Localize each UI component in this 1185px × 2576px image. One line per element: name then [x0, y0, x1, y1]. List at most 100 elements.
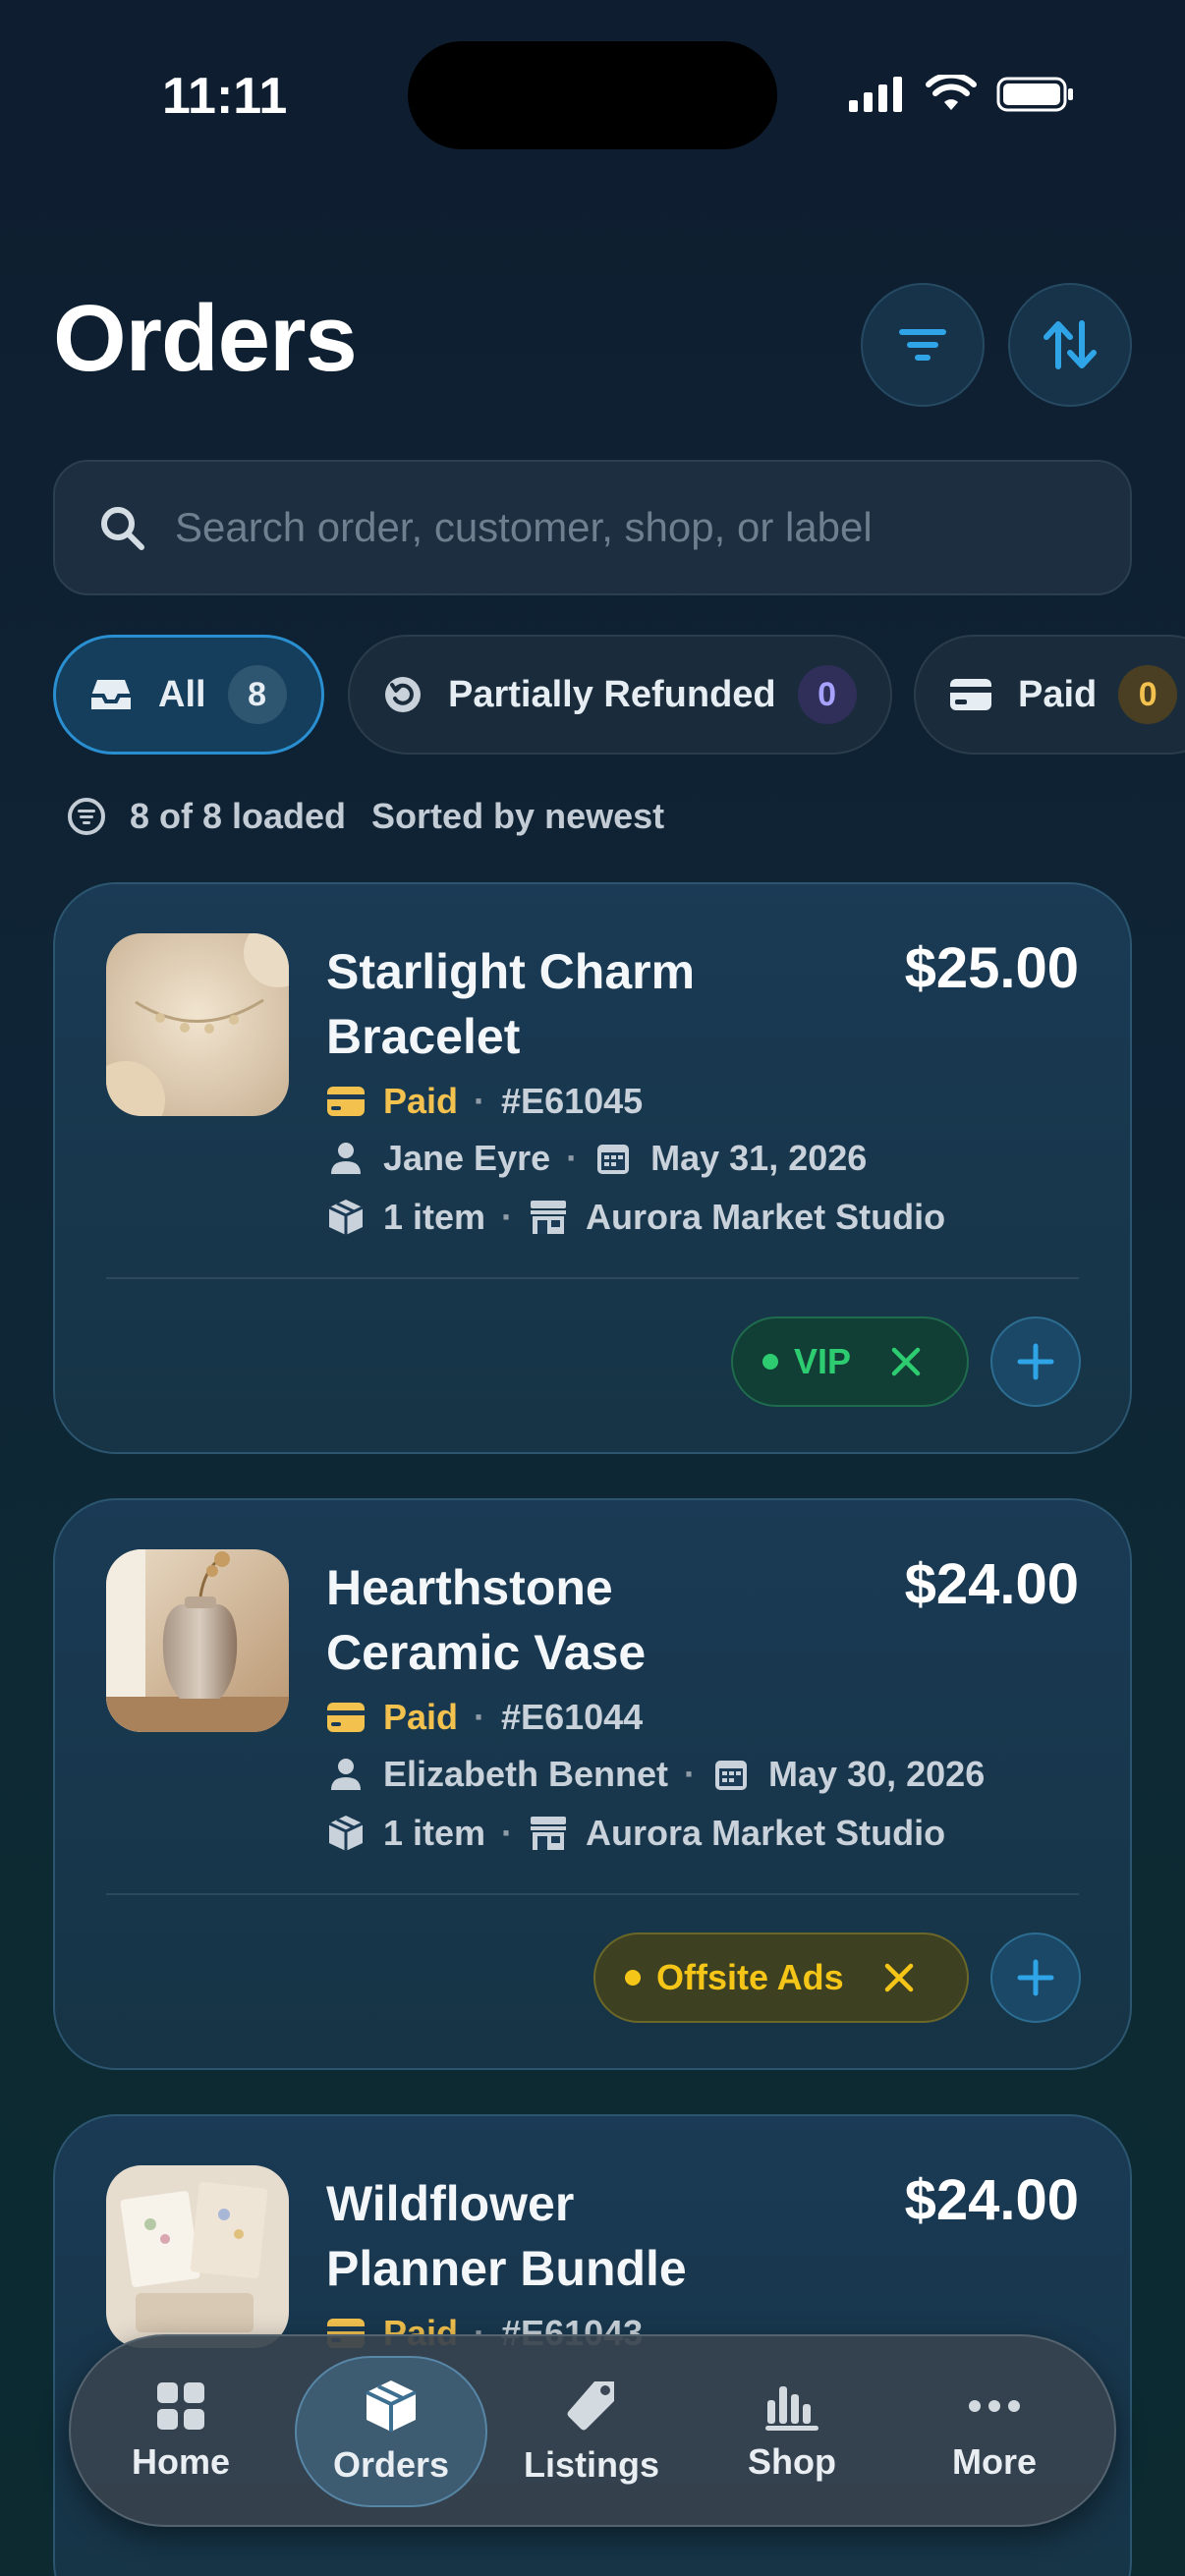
- order-total: $24.00: [904, 1552, 1079, 1616]
- loaded-count: 8 of 8 loaded: [130, 796, 347, 836]
- chip-label: Paid: [1018, 673, 1098, 715]
- order-date: May 31, 2026: [650, 1138, 868, 1178]
- add-tag-button[interactable]: [990, 1932, 1081, 2023]
- order-id: #E61045: [501, 1081, 644, 1121]
- payment-status: Paid: [383, 1081, 459, 1121]
- sort-button[interactable]: [1008, 283, 1132, 407]
- tab-label: Home: [131, 2441, 231, 2482]
- order-date: May 30, 2026: [768, 1754, 986, 1794]
- list-meta: 8 of 8 loaded Sorted by newest: [67, 796, 664, 837]
- chip-label: All: [158, 673, 206, 715]
- customer-name: Jane Eyre: [383, 1138, 551, 1178]
- box-icon: [328, 1816, 364, 1851]
- order-id: #E61044: [501, 1697, 644, 1737]
- refund-icon: [385, 677, 421, 712]
- sort-icon: [1044, 320, 1097, 369]
- list-filter-icon: [68, 798, 105, 835]
- wifi-icon: [926, 75, 977, 110]
- filter-icon: [899, 329, 946, 361]
- product-title: Starlight Charm Bracelet: [326, 944, 696, 1064]
- order-status-line: Paid · #E61044: [326, 1697, 643, 1738]
- page-title: Orders: [53, 286, 358, 391]
- payment-status: Paid: [383, 1697, 459, 1737]
- order-status-line: Paid · #E61045: [326, 1081, 643, 1122]
- order-total: $25.00: [904, 936, 1079, 1000]
- search-icon: [101, 507, 144, 550]
- order-customer-line: Elizabeth Bennet · May 30, 2026: [326, 1754, 985, 1795]
- filter-button[interactable]: [861, 283, 985, 407]
- bar-chart-icon: [765, 2386, 818, 2431]
- product-thumbnail: [106, 2165, 289, 2348]
- order-card[interactable]: Hearthstone Ceramic Vase $24.00 Paid · #…: [53, 1498, 1132, 2070]
- search-input[interactable]: [175, 504, 1059, 551]
- card-icon: [327, 1703, 365, 1732]
- chip-partially-refunded[interactable]: Partially Refunded 0: [348, 635, 892, 755]
- shop-name: Aurora Market Studio: [586, 1813, 946, 1853]
- tag-offsite-ads[interactable]: Offsite Ads: [593, 1932, 969, 2023]
- tab-label: Orders: [332, 2444, 450, 2485]
- tab-listings[interactable]: Listings: [495, 2356, 688, 2507]
- order-total: $24.00: [904, 2168, 1079, 2232]
- card-icon: [950, 679, 991, 710]
- tag-label: Offsite Ads: [656, 1957, 844, 1997]
- tag-dot: [625, 1970, 641, 1986]
- tab-home[interactable]: Home: [85, 2356, 277, 2507]
- signal-icon: [849, 77, 902, 112]
- chip-count: 8: [227, 665, 287, 724]
- tag-vip[interactable]: VIP: [731, 1316, 969, 1407]
- store-icon: [531, 1817, 567, 1850]
- tab-shop[interactable]: Shop: [696, 2356, 888, 2507]
- dynamic-island: [408, 41, 777, 149]
- box-icon: [366, 2380, 417, 2432]
- item-count: 1 item: [383, 1197, 486, 1237]
- calendar-icon: [597, 1145, 630, 1174]
- shop-name: Aurora Market Studio: [586, 1197, 946, 1237]
- chip-all[interactable]: All 8: [53, 635, 324, 755]
- tab-label: More: [951, 2441, 1037, 2482]
- store-icon: [531, 1201, 567, 1234]
- inbox-icon: [91, 680, 131, 709]
- battery-icon: [996, 77, 1073, 112]
- tab-orders[interactable]: Orders: [295, 2356, 487, 2507]
- tab-more[interactable]: More: [898, 2356, 1091, 2507]
- person-icon: [331, 1759, 361, 1790]
- grid-icon: [157, 2382, 204, 2430]
- order-card[interactable]: Starlight Charm Bracelet $25.00 Paid · #…: [53, 882, 1132, 1454]
- plus-icon: [1017, 1959, 1054, 1996]
- status-icons: [847, 75, 1075, 114]
- product-title: Wildflower Planner Bundle: [326, 2176, 687, 2296]
- tag-dot: [762, 1354, 778, 1370]
- chip-count: 0: [1118, 665, 1178, 724]
- status-bar: 11:11: [0, 0, 1185, 187]
- order-customer-line: Jane Eyre · May 31, 2026: [326, 1138, 867, 1179]
- status-time: 11:11: [162, 68, 288, 125]
- tab-label: Listings: [523, 2444, 659, 2485]
- product-thumbnail: [106, 933, 289, 1116]
- filter-chips: All 8 Partially Refunded 0 Paid 0: [53, 635, 1185, 756]
- customer-name: Elizabeth Bennet: [383, 1754, 669, 1794]
- order-items-line: 1 item · Aurora Market Studio: [326, 1197, 945, 1238]
- card-divider: [106, 1893, 1079, 1895]
- card-icon: [327, 1087, 365, 1116]
- order-items-line: 1 item · Aurora Market Studio: [326, 1813, 945, 1854]
- product-thumbnail: [106, 1549, 289, 1732]
- tag-icon: [567, 2381, 614, 2431]
- tag-label: VIP: [794, 1341, 852, 1381]
- chip-paid[interactable]: Paid 0: [914, 635, 1185, 755]
- tab-label: Shop: [748, 2441, 836, 2482]
- item-count: 1 item: [383, 1813, 486, 1853]
- search-bar[interactable]: [53, 460, 1132, 595]
- close-icon[interactable]: [890, 1346, 922, 1377]
- add-tag-button[interactable]: [990, 1316, 1081, 1407]
- more-icon: [969, 2400, 1020, 2412]
- close-icon[interactable]: [883, 1962, 915, 1993]
- product-title: Hearthstone Ceramic Vase: [326, 1560, 647, 1680]
- card-divider: [106, 1277, 1079, 1279]
- plus-icon: [1017, 1343, 1054, 1380]
- person-icon: [331, 1143, 361, 1174]
- chip-label: Partially Refunded: [448, 673, 776, 715]
- tab-bar: Home Orders Listings Shop More: [69, 2334, 1116, 2527]
- calendar-icon: [715, 1761, 748, 1790]
- chip-count: 0: [797, 665, 857, 724]
- sort-order: Sorted by newest: [371, 796, 665, 836]
